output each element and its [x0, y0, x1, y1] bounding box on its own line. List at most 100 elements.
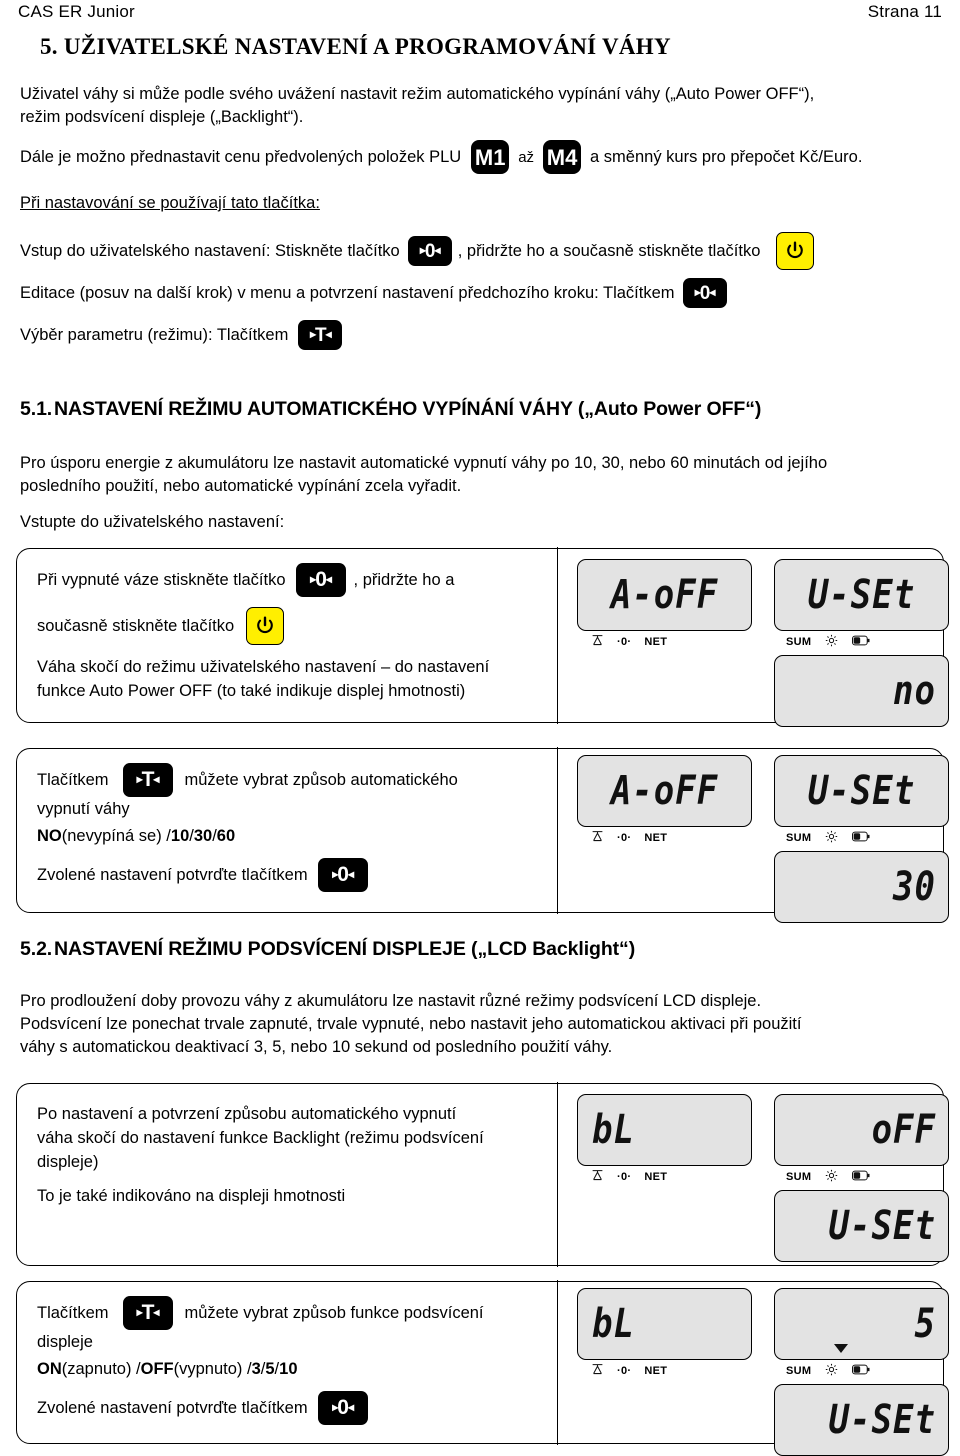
arrow-left-glyph: ◂ — [347, 1400, 354, 1414]
battery-icon — [852, 1364, 870, 1378]
lcd-display-left: A-oFF — [577, 559, 752, 631]
enter-text-before: Vstup do uživatelského nastavení: Stiskn… — [20, 241, 400, 260]
panel1-press-power-label: současně stiskněte tlačítko — [37, 617, 235, 635]
keys-heading-label: Při nastavování se používají tato tlačít… — [20, 194, 320, 212]
panel-backlight-info: Po nastavení a potvrzení způsobu automat… — [16, 1082, 949, 1267]
panel3-text: Po nastavení a potvrzení způsobu automat… — [37, 1102, 537, 1208]
plu-text-after: a směnný kurs pro přepočet Kč/Euro. — [590, 147, 863, 166]
arrow-right-glyph: ▸ — [136, 772, 143, 786]
panel2-line-2: vypnutí váhy — [37, 800, 130, 818]
panel1-lcd-group: A-oFF ·0· NET U-SEt SUM no — [577, 559, 949, 727]
lcd-left-value: bL — [592, 1300, 635, 1348]
lcd-display-left: A-oFF — [577, 755, 752, 827]
sum-indicator-label: SUM — [786, 1365, 812, 1377]
panel4-option-off-desc: (vypnuto) / — [173, 1360, 252, 1378]
intro-paragraph: Uživatel váhy si může podle svého uvážen… — [20, 83, 942, 129]
lcd-left-value: bL — [592, 1106, 635, 1154]
section-5-1-number: 5.1. — [20, 398, 53, 420]
sun-icon — [825, 830, 838, 846]
zero-indicator-label: ·0· — [617, 636, 632, 648]
power-symbol-icon — [257, 616, 273, 634]
panel2-line-4: Zvolené nastavení potvrďte tlačítkem ▸ 0 ◂ — [37, 858, 537, 892]
net-indicator-label: NET — [644, 1365, 668, 1377]
zero-key-label: 0 — [315, 568, 327, 591]
tare-key-label: T — [141, 768, 155, 791]
zero-key-label: 0 — [337, 863, 349, 886]
panel2-option-no-desc: (nevypíná se) / — [61, 827, 171, 845]
lcd-right-indicators: SUM — [774, 830, 949, 846]
arrow-left-glyph: ◂ — [709, 285, 715, 299]
header-page-number: Strana 11 — [867, 2, 942, 21]
panel3-line-1: Po nastavení a potvrzení způsobu automat… — [37, 1105, 457, 1123]
lcd-display-right-bottom: no — [774, 655, 949, 727]
lcd-display-right-bottom: 30 — [774, 851, 949, 923]
battery-icon — [852, 635, 870, 649]
sun-icon — [825, 634, 838, 650]
arrow-left-glyph: ◂ — [325, 327, 332, 341]
select-text-before: Výběr parametru (režimu): Tlačítkem — [20, 325, 289, 344]
lcd-left-block: bL ·0· NET — [577, 1288, 752, 1456]
panel1-text-after: , přidržte ho a — [353, 571, 455, 589]
lcd-left-value: A-oFF — [610, 767, 719, 815]
lcd-right-bottom-value: no — [893, 667, 936, 715]
keys-row-select: Výběr parametru (režimu): Tlačítkem ▸ T ◂ — [20, 320, 343, 350]
panel1-text-before: Při vypnuté váze stiskněte tlačítko — [37, 571, 286, 589]
document-page: CAS ER Junior Strana 11 5. UŽIVATELSKÉ N… — [0, 0, 960, 1456]
zero-indicator-label: ·0· — [617, 1365, 632, 1377]
panel4-text: Tlačítkem ▸ T ◂ můžete vybrat způsob funkc… — [37, 1296, 537, 1425]
m4-key-icon: M4 — [543, 140, 582, 174]
header-left-title: CAS ER Junior — [18, 2, 135, 21]
section-5-1-paragraph: Pro úsporu energie z akumulátoru lze nas… — [20, 452, 942, 498]
panel3-line-4: To je také indikováno na displeji hmotno… — [37, 1187, 346, 1205]
lcd-left-value: A-oFF — [610, 571, 719, 619]
panel4-text-after: můžete vybrat způsob funkce podsvícení — [184, 1304, 484, 1322]
lcd-right-top-value: oFF — [871, 1106, 936, 1154]
section-5-2-paragraph: Pro prodloužení doby provozu váhy z akum… — [20, 990, 942, 1059]
lcd-display-left: bL — [577, 1288, 752, 1360]
panel4-lcd-group: bL ·0· NET 5 SUM U-SEt — [577, 1288, 949, 1456]
arrow-right-glyph: ▸ — [310, 327, 316, 341]
intro-line-1: Uživatel váhy si může podle svého uvážen… — [20, 85, 815, 103]
enter-user-settings-label: Vstupte do uživatelského nastavení: — [20, 513, 285, 531]
page-title: 5. UŽIVATELSKÉ NASTAVENÍ A PROGRAMOVÁNÍ … — [40, 34, 671, 59]
panel4-text-before: Tlačítkem — [37, 1304, 109, 1322]
zero-key-label: 0 — [699, 282, 711, 304]
panel2-line-1: Tlačítkem ▸ T ◂ můžete vybrat způsob autom… — [37, 763, 537, 797]
tare-key-icon: ▸ T ◂ — [122, 1296, 173, 1330]
sum-indicator-label: SUM — [786, 1171, 812, 1183]
plu-paragraph: Dále je možno přednastavit cenu předvole… — [20, 140, 862, 174]
keys-row-enter: Vstup do uživatelského nastavení: Stiskn… — [20, 232, 815, 270]
net-indicator-label: NET — [644, 832, 668, 844]
panel2-option-60: 60 — [216, 827, 236, 845]
net-indicator-label: NET — [644, 636, 668, 648]
page-header: CAS ER Junior Strana 11 — [18, 2, 942, 22]
section-5-2-para-line-3: váhy s automatickou deaktivací 3, 5, neb… — [20, 1038, 613, 1056]
lcd-display-right-bottom: U-SEt — [774, 1384, 949, 1456]
panel4-line-1: Tlačítkem ▸ T ◂ můžete vybrat způsob funkc… — [37, 1296, 537, 1330]
lcd-right-block: oFF SUM U-SEt — [774, 1094, 949, 1262]
panel1-line-1: Při vypnuté váze stiskněte tlačítko ▸ 0 ◂ … — [37, 563, 537, 597]
lcd-right-indicators: SUM — [774, 1169, 949, 1185]
panel4-option-3: 3 — [251, 1360, 261, 1378]
lcd-right-block: U-SEt SUM 30 — [774, 755, 949, 923]
section-5-1-para-line-1: Pro úsporu energie z akumulátoru lze nas… — [20, 454, 828, 472]
lcd-right-top-value: U-SEt — [807, 571, 916, 619]
lcd-right-indicators: SUM — [774, 1363, 949, 1379]
zero-key-label: 0 — [337, 1396, 349, 1419]
arrow-left-glyph: ◂ — [153, 772, 159, 786]
sum-indicator-label: SUM — [786, 832, 812, 844]
lcd-left-indicators: ·0· NET — [577, 634, 752, 650]
arrow-left-glyph: ◂ — [153, 1305, 159, 1319]
arrow-right-glyph: ▸ — [310, 572, 316, 586]
zero-indicator-label: ·0· — [617, 832, 632, 844]
section-5-1-heading: 5.1.NASTAVENÍ REŽIMU AUTOMATICKÉHO VYPÍN… — [20, 398, 761, 421]
sun-icon — [825, 1363, 838, 1379]
section-5-2-heading: 5.2.NASTAVENÍ REŽIMU PODSVÍCENÍ DISPLEJE… — [20, 938, 635, 961]
lcd-display-left: bL — [577, 1094, 752, 1166]
section-5-2-para-line-2: Podsvícení lze ponechat trvale zapnuté, … — [20, 1015, 802, 1033]
lcd-display-right-top: 5 — [774, 1288, 949, 1360]
lcd-right-block: U-SEt SUM no — [774, 559, 949, 727]
keys-section-heading: Při nastavování se používají tato tlačít… — [20, 192, 320, 215]
section-5-1-title: NASTAVENÍ REŽIMU AUTOMATICKÉHO VYPÍNÁNÍ … — [54, 398, 762, 420]
lcd-display-right-bottom: U-SEt — [774, 1190, 949, 1262]
